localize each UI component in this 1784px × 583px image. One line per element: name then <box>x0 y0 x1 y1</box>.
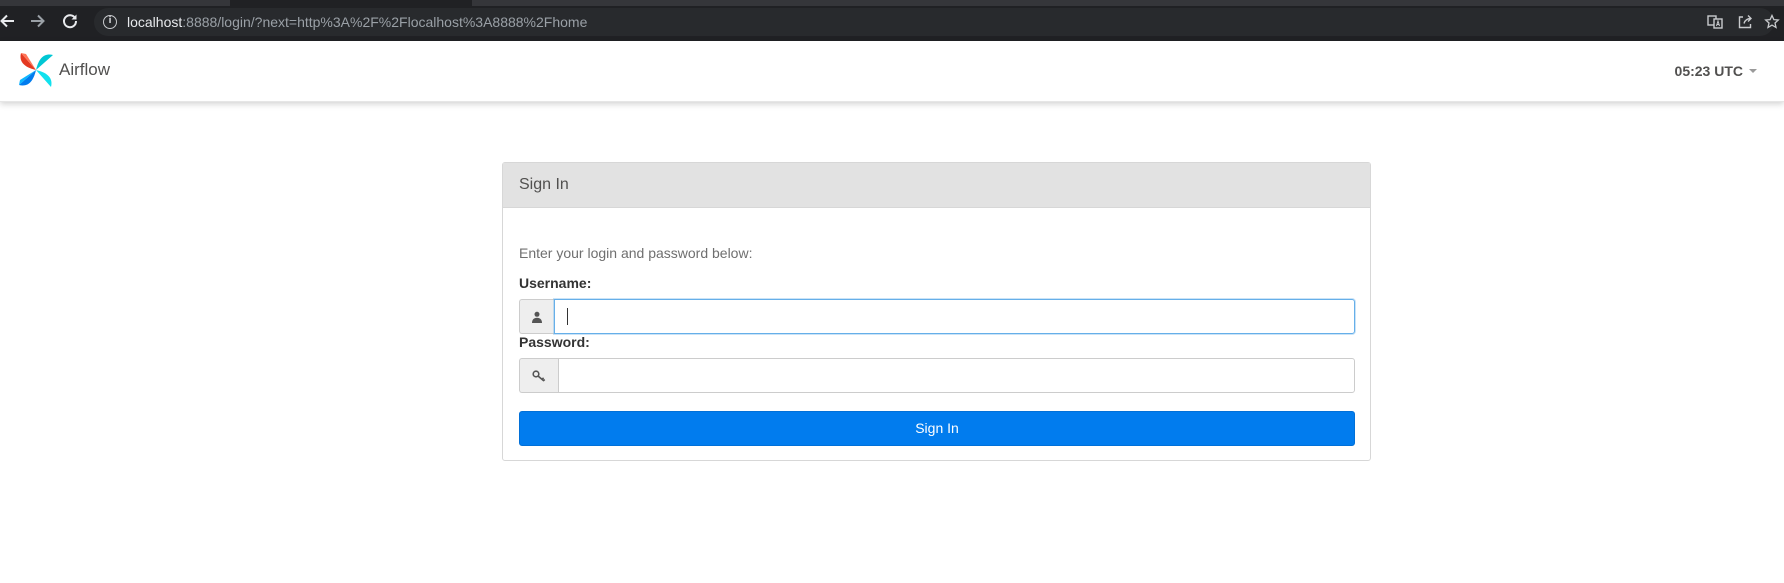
browser-toolbar: i localhost:8888/login/?next=http%3A%2F%… <box>0 0 1784 41</box>
url-host: localhost <box>127 14 183 30</box>
caret-down-icon <box>1749 69 1757 73</box>
utc-clock-dropdown[interactable]: 05:23 UTC <box>1675 63 1757 79</box>
password-label: Password: <box>519 334 590 350</box>
text-cursor <box>567 308 568 325</box>
key-icon <box>519 358 558 393</box>
bookmark-star-icon[interactable] <box>1764 13 1780 30</box>
url-path: :8888/login/?next=http%3A%2F%2Flocalhost… <box>182 14 588 30</box>
forward-arrow-icon[interactable] <box>27 10 49 32</box>
airflow-pinwheel-logo-icon <box>19 53 53 87</box>
translate-icon[interactable] <box>1707 14 1723 30</box>
panel-title: Sign In <box>519 176 569 193</box>
username-input-group <box>519 299 1355 334</box>
url-text[interactable]: localhost:8888/login/?next=http%3A%2F%2F… <box>127 14 587 30</box>
airflow-brand-link[interactable]: Airflow <box>17 51 110 89</box>
browser-active-tab[interactable] <box>230 0 472 6</box>
sign-in-button[interactable]: Sign In <box>519 411 1355 446</box>
password-input[interactable] <box>558 358 1355 393</box>
username-input[interactable] <box>554 299 1355 334</box>
username-label: Username: <box>519 275 592 291</box>
user-icon <box>519 299 554 334</box>
airflow-navbar: Airflow 05:23 UTC <box>0 41 1784 102</box>
login-instructions: Enter your login and password below: <box>519 245 753 261</box>
reload-icon[interactable] <box>59 10 81 32</box>
address-bar[interactable]: i localhost:8888/login/?next=http%3A%2F%… <box>94 8 1780 36</box>
password-input-group <box>519 358 1355 393</box>
share-icon[interactable] <box>1737 14 1753 30</box>
login-panel: Sign In Enter your login and password be… <box>502 162 1371 461</box>
clock-text: 05:23 UTC <box>1674 63 1743 79</box>
panel-heading: Sign In <box>503 163 1370 208</box>
info-icon[interactable]: i <box>103 15 117 29</box>
brand-name: Airflow <box>59 60 111 79</box>
back-arrow-icon[interactable] <box>0 10 18 32</box>
